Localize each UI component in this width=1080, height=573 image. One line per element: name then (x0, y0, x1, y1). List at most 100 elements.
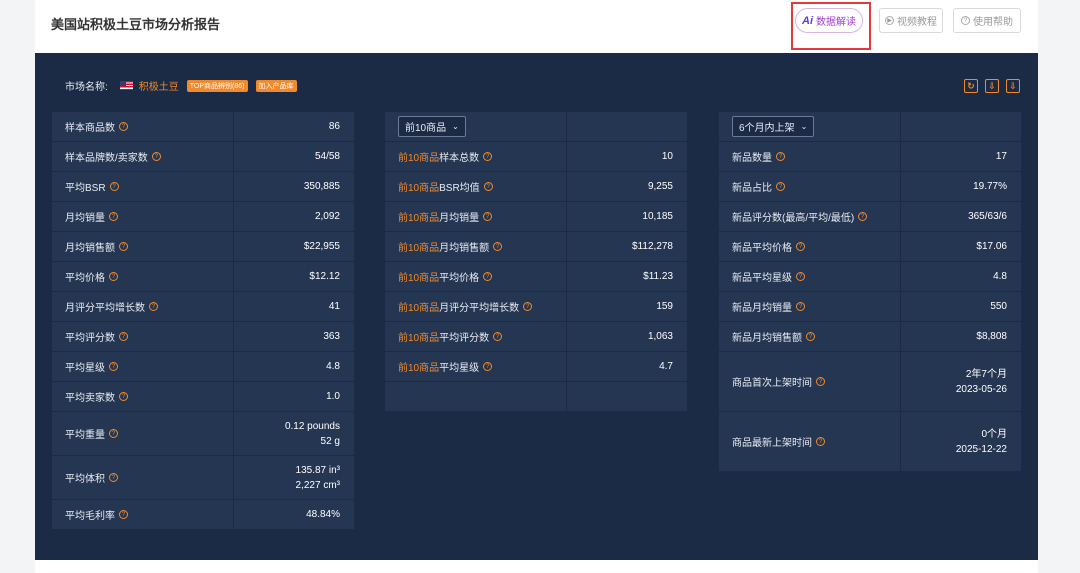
period-select[interactable]: 6个月内上架 ⌄ (732, 116, 815, 137)
stat-label: 平均卖家数 (65, 393, 115, 404)
help-icon[interactable]: ? (109, 429, 118, 438)
stat-value: 135.87 in³ (295, 464, 340, 476)
stat-label-cell: 平均BSR? (52, 172, 234, 201)
add-to-library-tag[interactable]: 加入产品库 (255, 79, 297, 92)
help-icon[interactable]: ? (483, 272, 493, 281)
stat-label: 平均重量 (65, 430, 105, 441)
help-icon[interactable]: ? (483, 212, 493, 221)
stat-value-wrap: $12.12 (309, 269, 340, 284)
stat-row: 前10商品 样本总数? 10 (385, 142, 687, 172)
stat-row: 平均评分数? 363 (52, 322, 354, 352)
help-icon[interactable]: ? (493, 332, 503, 341)
stat-row: 平均价格? $12.12 (52, 262, 354, 292)
stat-label-cell: 新品数量? (719, 142, 901, 171)
help-icon[interactable]: ? (776, 152, 785, 161)
stat-value-cell: 2,092 (234, 202, 354, 231)
stat-row: 新品月均销量? 550 (719, 292, 1021, 322)
stat-label-cell: 平均毛利率? (52, 500, 234, 529)
help-icon[interactable]: ? (109, 182, 119, 191)
help-icon[interactable]: ? (796, 242, 805, 251)
help-icon[interactable]: ? (109, 362, 118, 371)
us-flag-icon (119, 81, 133, 90)
help-icon[interactable]: ? (119, 510, 128, 519)
stat-label: 月均销售额 (65, 243, 115, 254)
stat-label: 平均评分数 (65, 333, 115, 344)
stat-label: 平均价格 (65, 273, 105, 284)
stat-label-cell: 新品月均销售额? (719, 322, 901, 351)
stat-value-cell: 350,885 (234, 172, 354, 201)
help-icon[interactable]: ? (151, 152, 161, 161)
stat-value: 2,092 (314, 211, 340, 222)
stat-label-cell: 前10商品 月均销售额? (385, 232, 567, 261)
stat-value-wrap: 48.84% (306, 507, 340, 522)
stat-label-cell: 平均体积? (52, 456, 234, 499)
stat-label: 新品评分数(最高/平均/最低) (732, 213, 855, 224)
download-icon[interactable]: ⇩ (985, 79, 999, 93)
stat-row: 平均BSR? 350,885 (52, 172, 354, 202)
stat-row: 新品月均销售额? $8,808 (719, 322, 1021, 352)
stat-value-wrap: 1,063 (648, 329, 673, 344)
stat-label-cell: 平均星级? (52, 352, 234, 381)
help-icon[interactable]: ? (816, 437, 825, 446)
stat-label: 新品数量 (732, 153, 772, 164)
stat-label-cell: 前10商品 平均价格? (385, 262, 567, 291)
help-icon[interactable]: ? (119, 392, 128, 401)
help-icon[interactable]: ? (119, 242, 128, 251)
help-button[interactable]: ? 使用帮助 (953, 8, 1021, 33)
help-icon[interactable]: ? (119, 332, 128, 341)
stat-value: $112,278 (632, 241, 673, 252)
stat-value-secondary: 52 g (320, 435, 340, 447)
help-icon[interactable]: ? (806, 332, 815, 341)
help-icon[interactable]: ? (119, 122, 128, 131)
stat-label-cell: 前10商品 月均销量? (385, 202, 567, 231)
stat-label-prefix: 前10商品 (398, 273, 440, 284)
help-icon[interactable]: ? (796, 272, 805, 281)
help-icon[interactable]: ? (816, 377, 825, 386)
stat-value-cell: 10,185 (567, 202, 687, 231)
select-row: 前10商品 ⌄ (385, 112, 687, 142)
video-tutorial-button[interactable]: ▶ 视频教程 (879, 8, 943, 33)
help-icon[interactable]: ? (109, 272, 118, 281)
stat-label-cell: 前10商品 平均星级? (385, 352, 567, 381)
help-icon[interactable]: ? (858, 212, 868, 221)
market-name[interactable]: 积极土豆 (139, 78, 179, 93)
sample-stats-column: 样本商品数? 86 样本品牌数/卖家数? 54/58 平均BSR? 350,885 月均销量… (52, 112, 354, 530)
stat-label-prefix: 前10商品 (398, 333, 440, 344)
stat-value-wrap: 135.87 in³ 2,227 cm³ (296, 463, 340, 493)
stat-value-wrap: 10 (662, 149, 673, 164)
stat-row: 新品平均星级? 4.8 (719, 262, 1021, 292)
stat-row: 月评分平均增长数? 41 (52, 292, 354, 322)
help-icon[interactable]: ? (776, 182, 785, 191)
stat-label-cell: 平均价格? (52, 262, 234, 291)
stat-row: 新品平均价格? $17.06 (719, 232, 1021, 262)
export-icon[interactable]: ⇩ (1006, 79, 1020, 93)
stat-row: 样本商品数? 86 (52, 112, 354, 142)
help-icon[interactable]: ? (523, 302, 533, 311)
stat-label-prefix: 前10商品 (398, 243, 440, 254)
stat-label-cell: 商品最新上架时间? (719, 412, 901, 471)
help-icon[interactable]: ? (149, 302, 158, 311)
help-icon[interactable]: ? (483, 152, 493, 161)
help-icon[interactable]: ? (483, 362, 493, 371)
market-label: 市场名称: (65, 82, 108, 93)
help-icon[interactable]: ? (493, 242, 503, 251)
stat-label: 平均星级 (65, 363, 105, 374)
top10-select[interactable]: 前10商品 ⌄ (398, 116, 466, 137)
new-products-column: 6个月内上架 ⌄ 新品数量? 17 新品占比? 19.77% 新品评分数(最高/平均/最低)… (719, 112, 1021, 472)
top-products-tag[interactable]: TOP商品辨别(86) (186, 79, 248, 92)
stat-value-wrap: 17 (996, 149, 1007, 164)
refresh-icon[interactable]: ↻ (964, 79, 978, 93)
highlight-box (791, 2, 871, 50)
stat-label: 平均评分数 (439, 333, 490, 344)
stat-label: 新品月均销售额 (732, 333, 802, 344)
stat-value-cell: 550 (901, 292, 1021, 321)
stat-value-cell: 19.77% (901, 172, 1021, 201)
stat-value-wrap: 9,255 (648, 179, 673, 194)
help-icon[interactable]: ? (796, 302, 805, 311)
stat-value-wrap: 363 (323, 329, 340, 344)
help-icon[interactable]: ? (483, 182, 493, 191)
help-icon[interactable]: ? (109, 212, 118, 221)
stat-label: 平均毛利率 (65, 511, 115, 522)
help-icon[interactable]: ? (109, 473, 118, 482)
chevron-down-icon: ⌄ (800, 122, 808, 131)
